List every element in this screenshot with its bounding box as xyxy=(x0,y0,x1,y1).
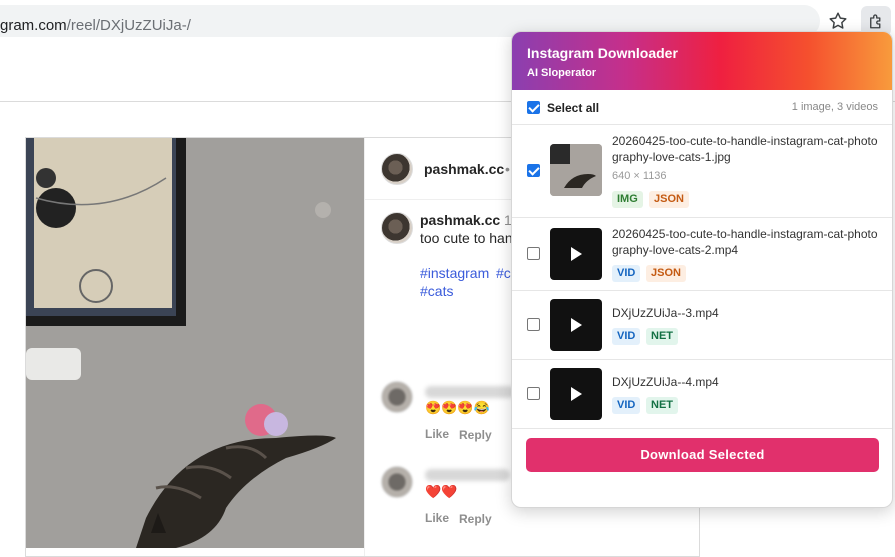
media-item: 20260425-too-cute-to-handle-instagram-ca… xyxy=(512,218,892,291)
image-thumbnail xyxy=(550,144,602,196)
like-button[interactable]: Like xyxy=(425,511,449,525)
caption-avatar[interactable] xyxy=(381,212,413,244)
cat-photo-image xyxy=(26,138,364,548)
play-icon xyxy=(571,247,582,261)
play-icon xyxy=(571,318,582,332)
media-item: DXjUzZUiJa--4.mp4 VID NET xyxy=(512,360,892,429)
item-filename: DXjUzZUiJa--3.mp4 xyxy=(612,306,719,320)
tag-net: NET xyxy=(646,328,678,345)
hashtag-cats[interactable]: #cats xyxy=(420,283,453,299)
tag-vid: VID xyxy=(612,328,641,345)
item-checkbox[interactable] xyxy=(527,387,540,400)
tag-vid: VID xyxy=(612,397,641,414)
item-filename: DXjUzZUiJa--4.mp4 xyxy=(612,375,719,389)
url-host: gram.com xyxy=(0,17,67,34)
tag-img: IMG xyxy=(612,191,643,208)
item-filename: 20260425-too-cute-to-handle-instagram-ca… xyxy=(612,134,878,164)
commenter-name-blurred xyxy=(425,469,510,481)
media-item: DXjUzZUiJa--3.mp4 VID NET xyxy=(512,291,892,360)
author-username[interactable]: pashmak.cc xyxy=(424,161,504,177)
comment-text: ❤️❤️ xyxy=(425,484,458,499)
url-text: gram.com/reel/DXjUzZUiJa-/ xyxy=(0,17,191,34)
commenter-avatar[interactable] xyxy=(381,381,413,413)
reply-button[interactable]: Reply xyxy=(459,512,492,526)
puzzle-icon xyxy=(870,14,881,29)
item-dimensions: 640 × 1136 xyxy=(612,170,667,182)
tag-json: JSON xyxy=(646,265,686,282)
separator-dot: • xyxy=(505,161,510,177)
item-checkbox[interactable] xyxy=(527,247,540,260)
downloader-popup: Instagram Downloader AI Sloperator Selec… xyxy=(511,31,893,508)
popup-header: Instagram Downloader AI Sloperator xyxy=(512,32,892,90)
tag-net: NET xyxy=(646,397,678,414)
commenter-avatar[interactable] xyxy=(381,466,413,498)
comment-text: 😍😍😍😂 xyxy=(425,400,490,415)
hashtag-instagram[interactable]: #instagram xyxy=(420,265,489,281)
tag-json: JSON xyxy=(649,191,689,208)
item-checkbox[interactable] xyxy=(527,318,540,331)
url-path: /reel/DXjUzZUiJa-/ xyxy=(66,17,191,34)
post-photo xyxy=(26,138,364,548)
image-thumbnail-preview xyxy=(550,144,602,196)
select-all-checkbox[interactable] xyxy=(527,101,540,114)
select-all-row: Select all 1 image, 3 videos xyxy=(512,90,892,125)
item-filename: 20260425-too-cute-to-handle-instagram-ca… xyxy=(612,227,878,257)
media-count: 1 image, 3 videos xyxy=(791,101,878,113)
download-selected-button[interactable]: Download Selected xyxy=(526,438,879,472)
play-icon xyxy=(571,387,582,401)
video-thumbnail xyxy=(550,299,602,351)
hashtag-c[interactable]: #c xyxy=(496,265,511,281)
caption-username[interactable]: pashmak.cc xyxy=(420,212,500,228)
caption-text: too cute to han xyxy=(420,230,513,246)
author-avatar[interactable] xyxy=(381,153,413,185)
reply-button[interactable]: Reply xyxy=(459,428,492,442)
popup-title: Instagram Downloader xyxy=(527,45,678,61)
like-button[interactable]: Like xyxy=(425,427,449,441)
popup-subtitle: AI Sloperator xyxy=(527,67,597,79)
item-checkbox[interactable] xyxy=(527,164,540,177)
video-thumbnail xyxy=(550,368,602,420)
select-all-label[interactable]: Select all xyxy=(547,101,599,115)
bookmark-star-icon[interactable] xyxy=(827,10,849,32)
video-thumbnail xyxy=(550,228,602,280)
tag-vid: VID xyxy=(612,265,641,282)
media-item: 20260425-too-cute-to-handle-instagram-ca… xyxy=(512,125,892,218)
commenter-name-blurred xyxy=(425,386,515,398)
